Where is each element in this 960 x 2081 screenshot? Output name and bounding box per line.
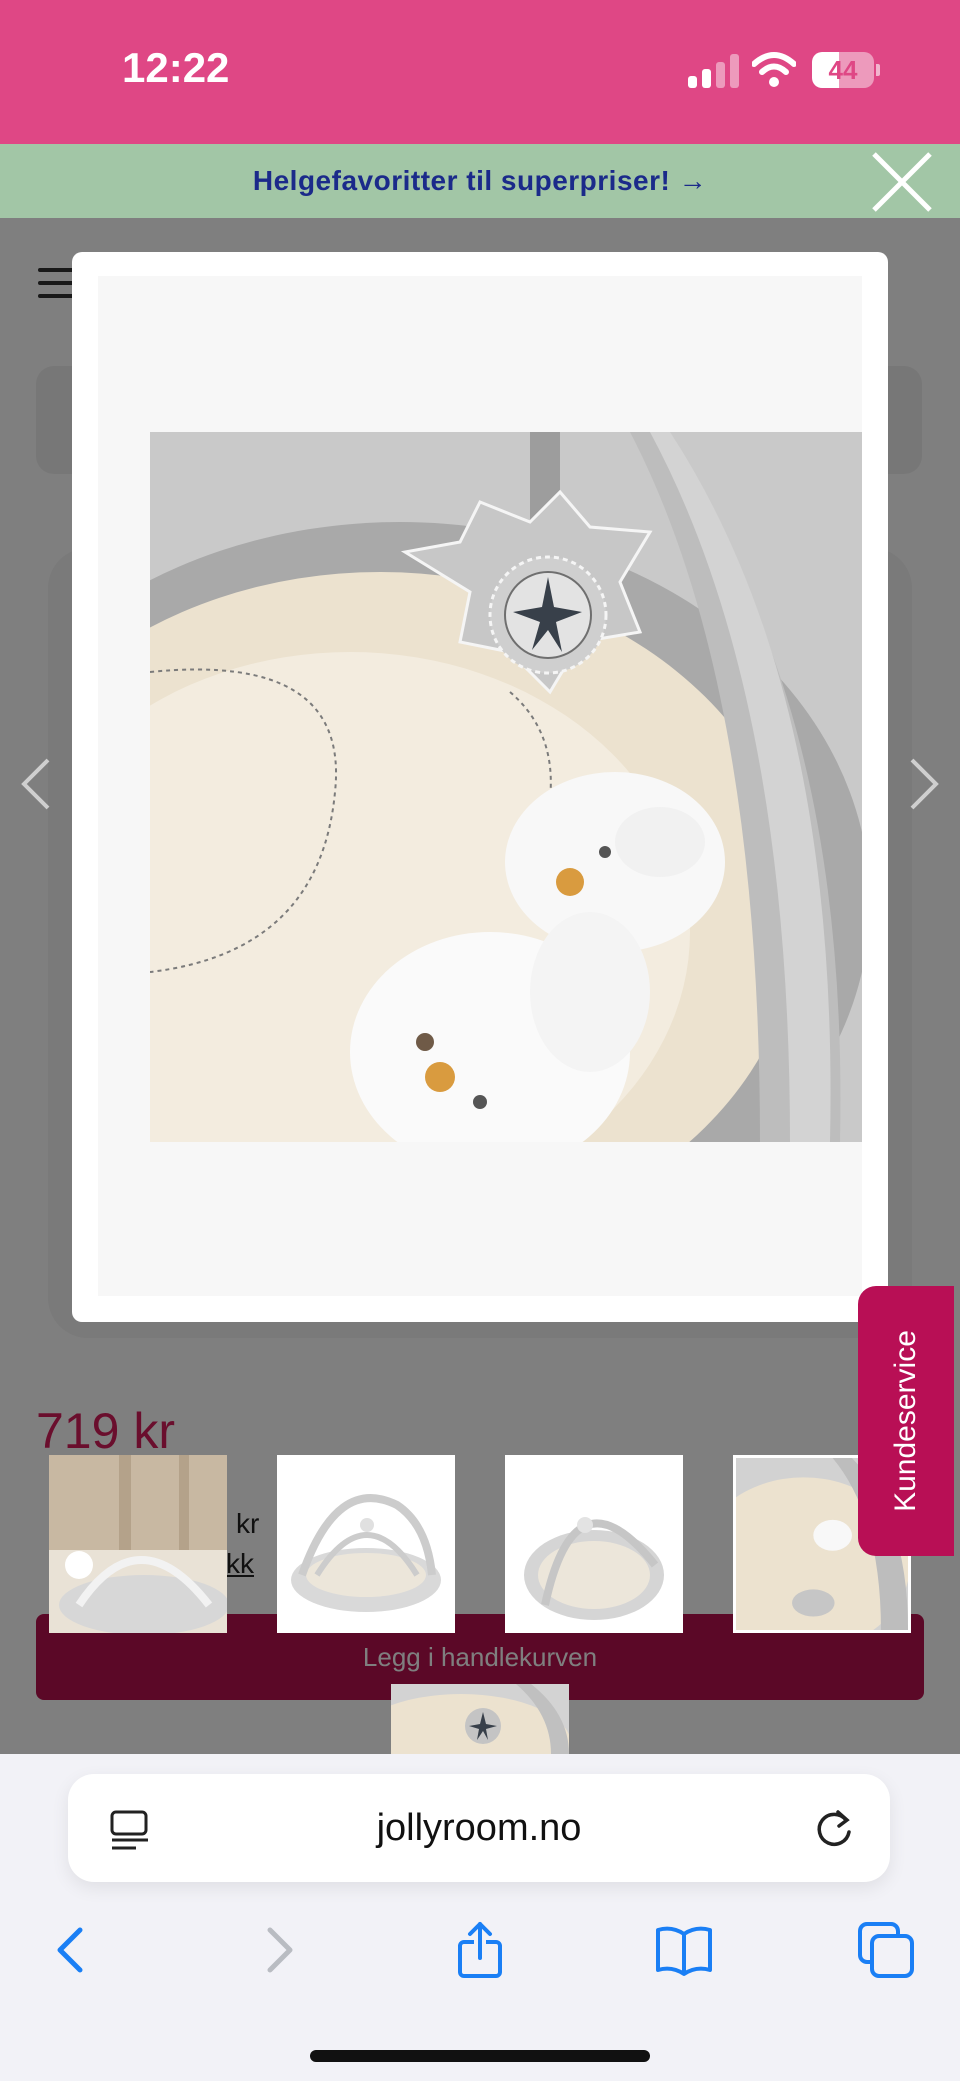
thumbnail-3[interactable]: [505, 1455, 683, 1633]
bookmarks-icon[interactable]: [654, 1920, 714, 1980]
status-bar: 12:22 44: [0, 0, 960, 144]
back-icon[interactable]: [42, 1920, 102, 1980]
image-lightbox: [72, 252, 888, 1322]
address-bar[interactable]: jollyroom.no: [68, 1774, 890, 1882]
browser-toolbar: jollyroom.no: [0, 1754, 960, 2081]
product-photo[interactable]: [150, 432, 862, 1142]
promo-banner[interactable]: Helgefavoritter til superpriser! →: [0, 144, 960, 218]
chevron-right-icon[interactable]: [904, 756, 944, 812]
status-time: 12:22: [122, 44, 230, 91]
thumbnail-2[interactable]: [277, 1455, 455, 1633]
battery-percent: 44: [828, 55, 858, 85]
wifi-icon: [752, 52, 796, 87]
close-icon[interactable]: [866, 146, 938, 218]
thumbnail-5[interactable]: [391, 1684, 569, 1754]
url-text[interactable]: jollyroom.no: [68, 1774, 890, 1882]
promo-banner-text[interactable]: Helgefavoritter til superpriser! →: [0, 144, 960, 218]
chevron-left-icon[interactable]: [16, 756, 56, 812]
tabs-icon[interactable]: [856, 1920, 916, 1980]
cellular-signal-icon: [688, 54, 740, 88]
share-icon[interactable]: [450, 1920, 510, 1980]
lightbox-image-area: [98, 276, 862, 1296]
reload-icon[interactable]: [812, 1806, 856, 1850]
customer-service-label[interactable]: Kundeservice: [889, 1330, 923, 1512]
home-indicator: [310, 2050, 650, 2062]
thumbnail-1[interactable]: [49, 1455, 227, 1633]
customer-service-tab[interactable]: Kundeservice: [858, 1286, 954, 1556]
battery-icon: 44: [812, 52, 880, 88]
page: 12:22 44 Helgefavoritter til superpriser…: [0, 0, 960, 2081]
forward-icon[interactable]: [248, 1920, 308, 1980]
